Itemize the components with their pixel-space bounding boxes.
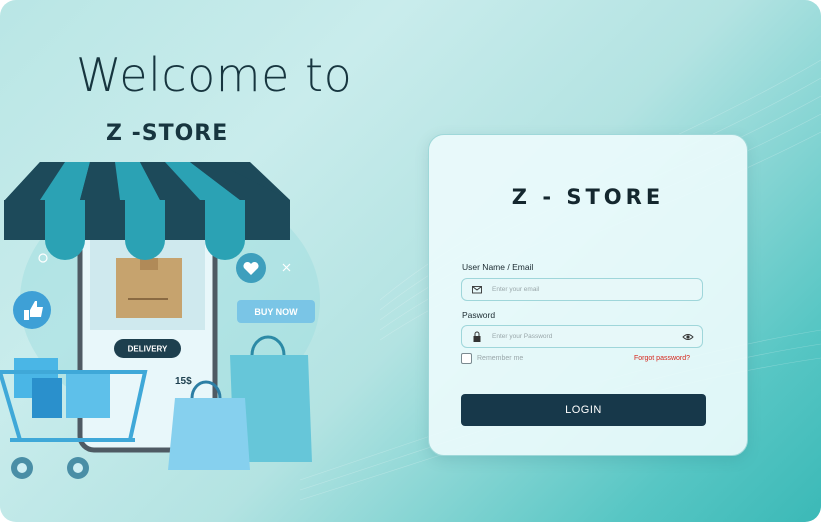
mail-icon [472, 286, 482, 294]
username-input[interactable] [492, 281, 672, 298]
password-label: Pasword [462, 310, 496, 320]
shop-illustration: DELIVERY 15$ BUY NOW [0, 162, 320, 479]
lock-icon [473, 331, 481, 342]
forgot-password-link[interactable]: Forgot password? [634, 355, 690, 362]
remember-me[interactable]: Remember me [461, 353, 523, 364]
delivery-label: DELIVERY [128, 345, 168, 354]
login-button[interactable]: LOGIN [461, 394, 706, 426]
username-label: User Name / Email [462, 262, 534, 272]
username-field[interactable] [461, 278, 703, 301]
password-field[interactable] [461, 325, 703, 348]
welcome-heading: Welcome to [76, 48, 353, 102]
buy-now-label: BUY NOW [254, 307, 298, 317]
remember-checkbox[interactable] [461, 353, 472, 364]
password-input[interactable] [492, 328, 672, 345]
card-brand-title: Z - STORE [511, 185, 665, 209]
remember-label: Remember me [477, 355, 524, 362]
login-card: Z - STORE User Name / Email Pasword Reme… [428, 134, 748, 456]
login-page: Welcome to Z -STORE DELIVERY 15$ BUY NOW… [0, 0, 821, 522]
eye-icon[interactable] [682, 332, 694, 342]
price-label: 15$ [175, 376, 192, 387]
